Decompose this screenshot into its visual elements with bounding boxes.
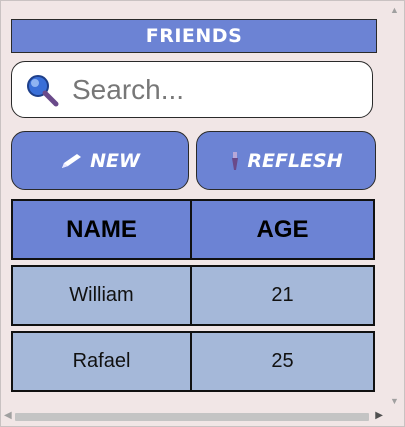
refresh-button[interactable]: REFLESH [196,131,376,190]
friends-table: NAME AGE William 21 Rafael 25 [11,199,377,392]
pencil-icon [62,153,82,168]
cell-age[interactable]: 21 [192,265,375,326]
horizontal-scroll-thumb[interactable] [15,413,369,421]
new-button-label: NEW [90,149,140,172]
cell-name[interactable]: William [11,265,192,326]
scroll-down-icon[interactable]: ▼ [390,396,399,406]
page-title: FRIENDS [11,19,377,53]
column-header-age[interactable]: AGE [192,199,375,260]
new-button[interactable]: NEW [11,131,189,190]
page-title-text: FRIENDS [145,25,243,47]
vertical-scrollbar[interactable]: ▲ ▼ [386,2,403,409]
column-header-name[interactable]: NAME [11,199,192,260]
app-window: FRIENDS NEW REFLESH NAME AGE William 21 [0,0,405,427]
scroll-up-icon[interactable]: ▲ [390,5,399,15]
cell-age[interactable]: 25 [192,331,375,392]
refresh-button-label: REFLESH [247,149,343,172]
scrollbar-corner [386,408,403,425]
cell-name[interactable]: Rafael [11,331,192,392]
search-icon [27,74,59,106]
table-row[interactable]: Rafael 25 [11,331,377,392]
table-row[interactable]: William 21 [11,265,377,326]
search-input[interactable] [70,72,354,107]
scroll-right-icon[interactable]: ▶ [375,410,383,421]
scroll-left-icon[interactable]: ◀ [4,410,12,421]
search-box[interactable] [11,61,373,118]
horizontal-scrollbar[interactable]: ◀ ▶ [2,408,386,425]
table-header-row: NAME AGE [11,199,377,260]
brush-icon [232,151,239,170]
